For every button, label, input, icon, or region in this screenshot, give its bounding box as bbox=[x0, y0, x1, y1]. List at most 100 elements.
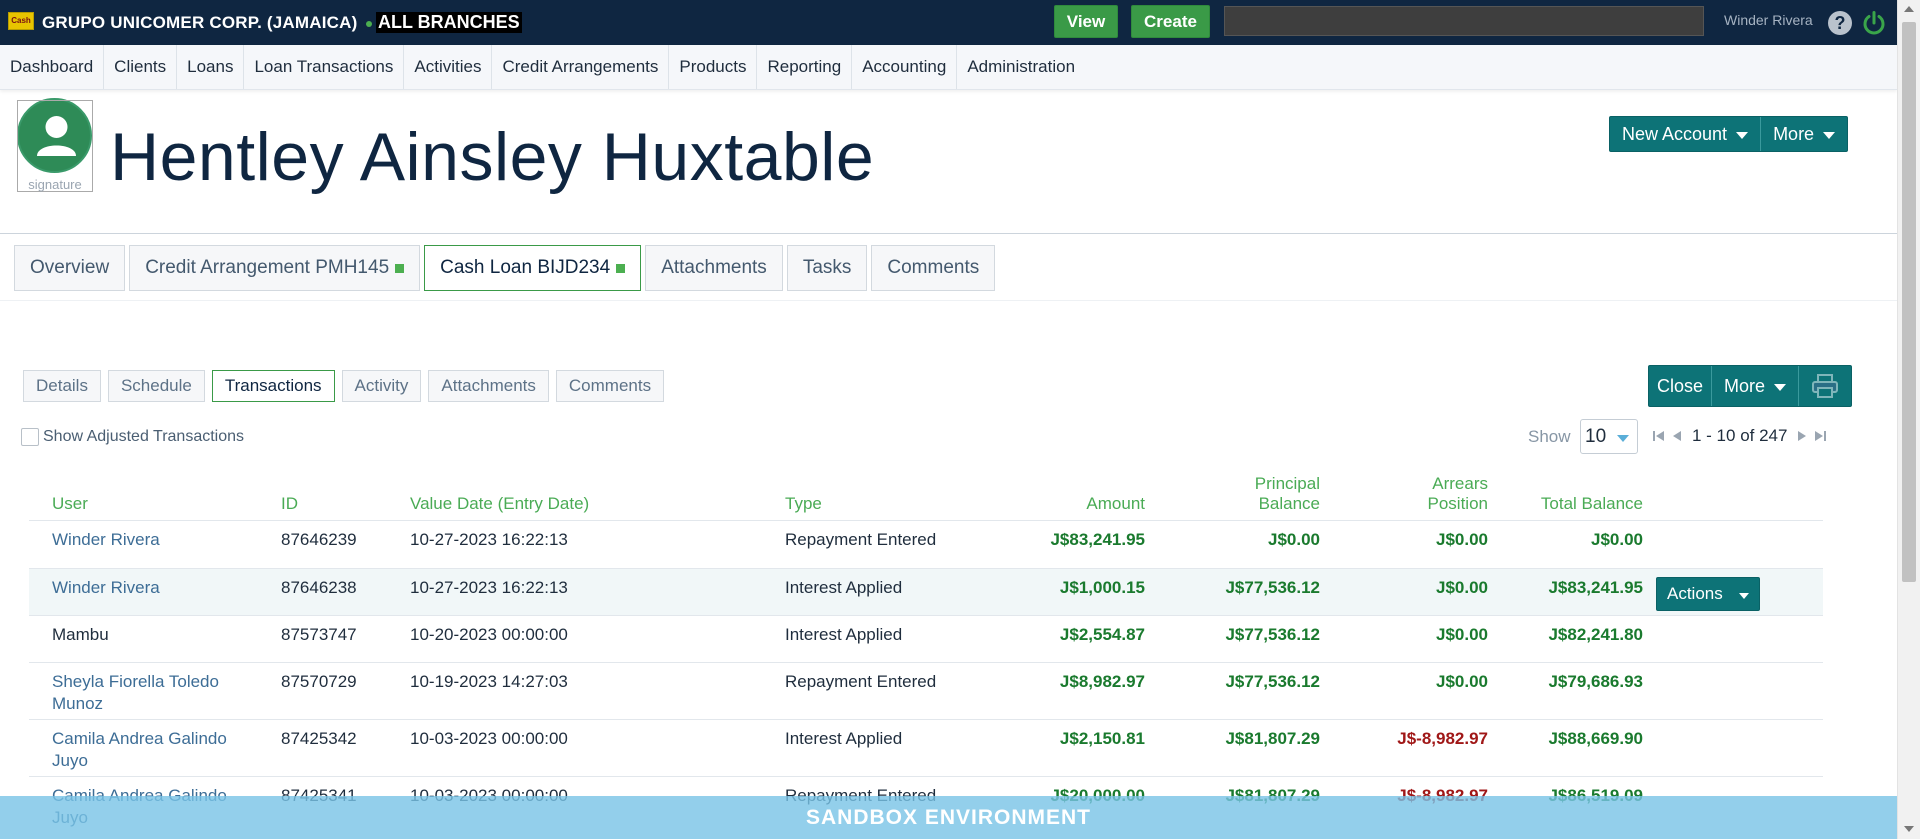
last-page-icon[interactable] bbox=[1813, 429, 1827, 443]
tab-label: Attachments bbox=[661, 257, 767, 278]
column-header[interactable]: Arrears Position bbox=[1320, 470, 1488, 521]
nav-administration[interactable]: Administration bbox=[957, 45, 1085, 89]
power-icon[interactable] bbox=[1861, 10, 1887, 36]
tab-label: Tasks bbox=[802, 257, 852, 278]
user-link[interactable]: Camila Andrea Galindo Juyo bbox=[29, 719, 281, 777]
table-row: Sheyla Fiorella Toledo Munoz 87570729 10… bbox=[29, 662, 1823, 720]
transaction-type: Repayment Entered bbox=[785, 662, 970, 720]
nav-loans[interactable]: Loans bbox=[177, 45, 245, 89]
amount: J$2,150.81 bbox=[970, 719, 1145, 777]
user-name[interactable]: Winder Rivera bbox=[1724, 12, 1813, 28]
total-balance: J$0.00 bbox=[1488, 520, 1643, 569]
amount: J$83,241.95 bbox=[970, 520, 1145, 569]
column-header[interactable]: Amount bbox=[970, 470, 1145, 521]
value-date: 10-27-2023 16:22:13 bbox=[410, 568, 785, 616]
show-adjusted-label: Show Adjusted Transactions bbox=[43, 428, 245, 445]
column-header[interactable]: Principal Balance bbox=[1145, 470, 1320, 521]
active-status-icon bbox=[616, 263, 626, 273]
nav-dashboard[interactable]: Dashboard bbox=[0, 45, 105, 89]
page-size-select[interactable]: 10 bbox=[1580, 419, 1638, 454]
amount: J$2,554.87 bbox=[970, 615, 1145, 663]
loan-more-button[interactable]: More bbox=[1711, 366, 1798, 406]
tab-cash-loan[interactable]: Cash Loan BIJD234 bbox=[424, 245, 642, 291]
chevron-down-icon bbox=[1617, 435, 1629, 442]
tab-credit-arrangement[interactable]: Credit Arrangement PMH145 bbox=[129, 245, 421, 291]
help-icon[interactable]: ? bbox=[1828, 11, 1852, 35]
subtab-details[interactable]: Details bbox=[23, 370, 101, 402]
tab-tasks[interactable]: Tasks bbox=[786, 245, 868, 291]
header-divider bbox=[0, 233, 1897, 234]
nav-accounting[interactable]: Accounting bbox=[852, 45, 958, 89]
transaction-type: Interest Applied bbox=[785, 719, 970, 777]
scrollbar-thumb[interactable] bbox=[1902, 22, 1916, 582]
scroll-up-icon[interactable] bbox=[1904, 6, 1914, 12]
subtab-transactions[interactable]: Transactions bbox=[211, 370, 335, 402]
user-link[interactable]: Winder Rivera bbox=[29, 568, 281, 616]
previous-page-icon[interactable] bbox=[1670, 429, 1684, 443]
next-page-icon[interactable] bbox=[1795, 429, 1809, 443]
column-header[interactable]: User bbox=[29, 470, 281, 521]
tab-attachments[interactable]: Attachments bbox=[645, 245, 783, 291]
subtab-schedule[interactable]: Schedule bbox=[107, 370, 205, 402]
column-header[interactable]: ID bbox=[281, 470, 410, 521]
table-header-row: User ID Value Date (Entry Date) Type Amo… bbox=[29, 470, 1823, 521]
chevron-down-icon bbox=[1823, 132, 1836, 139]
transaction-type: Interest Applied bbox=[785, 568, 970, 616]
subtab-comments[interactable]: Comments bbox=[555, 370, 665, 402]
subtab-activity[interactable]: Activity bbox=[341, 370, 422, 402]
user-link[interactable]: Winder Rivera bbox=[29, 520, 281, 569]
show-adjusted-checkbox[interactable] bbox=[21, 428, 39, 446]
client-more-button[interactable]: More bbox=[1760, 117, 1847, 151]
company-logo: Cash bbox=[8, 12, 34, 30]
tab-overview[interactable]: Overview bbox=[14, 245, 126, 291]
first-page-icon[interactable] bbox=[1652, 429, 1666, 443]
arrears-position: J$-8,982.97 bbox=[1320, 719, 1488, 777]
column-header[interactable]: Type bbox=[785, 470, 970, 521]
amount: J$1,000.15 bbox=[970, 568, 1145, 616]
client-avatar[interactable] bbox=[17, 98, 92, 173]
row-actions-button[interactable]: Actions bbox=[1656, 577, 1760, 611]
value-date: 10-27-2023 16:22:13 bbox=[410, 520, 785, 569]
page-range: 1 - 10 of 247 bbox=[1692, 426, 1788, 445]
transaction-id: 87646239 bbox=[281, 520, 410, 569]
nav-reporting[interactable]: Reporting bbox=[757, 45, 853, 89]
subtab-attachments[interactable]: Attachments bbox=[428, 370, 549, 402]
table-row: Winder Rivera 87646239 10-27-2023 16:22:… bbox=[29, 520, 1823, 569]
person-icon bbox=[37, 116, 76, 156]
arrears-position: J$0.00 bbox=[1320, 520, 1488, 569]
show-label: Show bbox=[1528, 427, 1571, 446]
scroll-down-icon[interactable] bbox=[1904, 826, 1914, 832]
show-adjusted-toggle[interactable]: Show Adjusted Transactions bbox=[21, 428, 244, 446]
column-header[interactable]: Total Balance bbox=[1488, 470, 1643, 521]
view-button[interactable]: View bbox=[1054, 5, 1118, 38]
print-button[interactable] bbox=[1798, 366, 1851, 406]
nav-credit-arrangements[interactable]: Credit Arrangements bbox=[492, 45, 670, 89]
tab-label: Comments bbox=[887, 257, 980, 278]
chevron-down-icon bbox=[1736, 132, 1749, 139]
close-loan-button[interactable]: Close bbox=[1649, 366, 1711, 406]
transaction-id: 87573747 bbox=[281, 615, 410, 663]
page-scrollbar[interactable] bbox=[1897, 0, 1920, 839]
user-link[interactable]: Sheyla Fiorella Toledo Munoz bbox=[29, 662, 281, 720]
amount: J$8,982.97 bbox=[970, 662, 1145, 720]
signature-label[interactable]: signature bbox=[17, 177, 93, 192]
client-actions-group: New Account More bbox=[1609, 116, 1849, 152]
nav-activities[interactable]: Activities bbox=[404, 45, 493, 89]
transaction-type: Interest Applied bbox=[785, 615, 970, 663]
total-balance: J$83,241.95 bbox=[1488, 568, 1643, 616]
page-size-value: 10 bbox=[1585, 426, 1607, 447]
nav-products[interactable]: Products bbox=[669, 45, 758, 89]
pagination: 1 - 10 of 247 bbox=[1652, 426, 1827, 446]
transaction-id: 87570729 bbox=[281, 662, 410, 720]
column-header[interactable]: Value Date (Entry Date) bbox=[410, 470, 785, 521]
total-balance: J$79,686.93 bbox=[1488, 662, 1643, 720]
branch-selector[interactable]: ALL BRANCHES bbox=[376, 12, 522, 33]
nav-loan-transactions[interactable]: Loan Transactions bbox=[244, 45, 405, 89]
search-input[interactable] bbox=[1224, 6, 1704, 36]
arrears-position: J$0.00 bbox=[1320, 568, 1488, 616]
company-name: GRUPO UNICOMER CORP. (JAMAICA) bbox=[42, 13, 358, 32]
nav-clients[interactable]: Clients bbox=[104, 45, 178, 89]
new-account-button[interactable]: New Account bbox=[1610, 117, 1760, 151]
tab-comments[interactable]: Comments bbox=[871, 245, 996, 291]
create-button[interactable]: Create bbox=[1131, 5, 1210, 38]
